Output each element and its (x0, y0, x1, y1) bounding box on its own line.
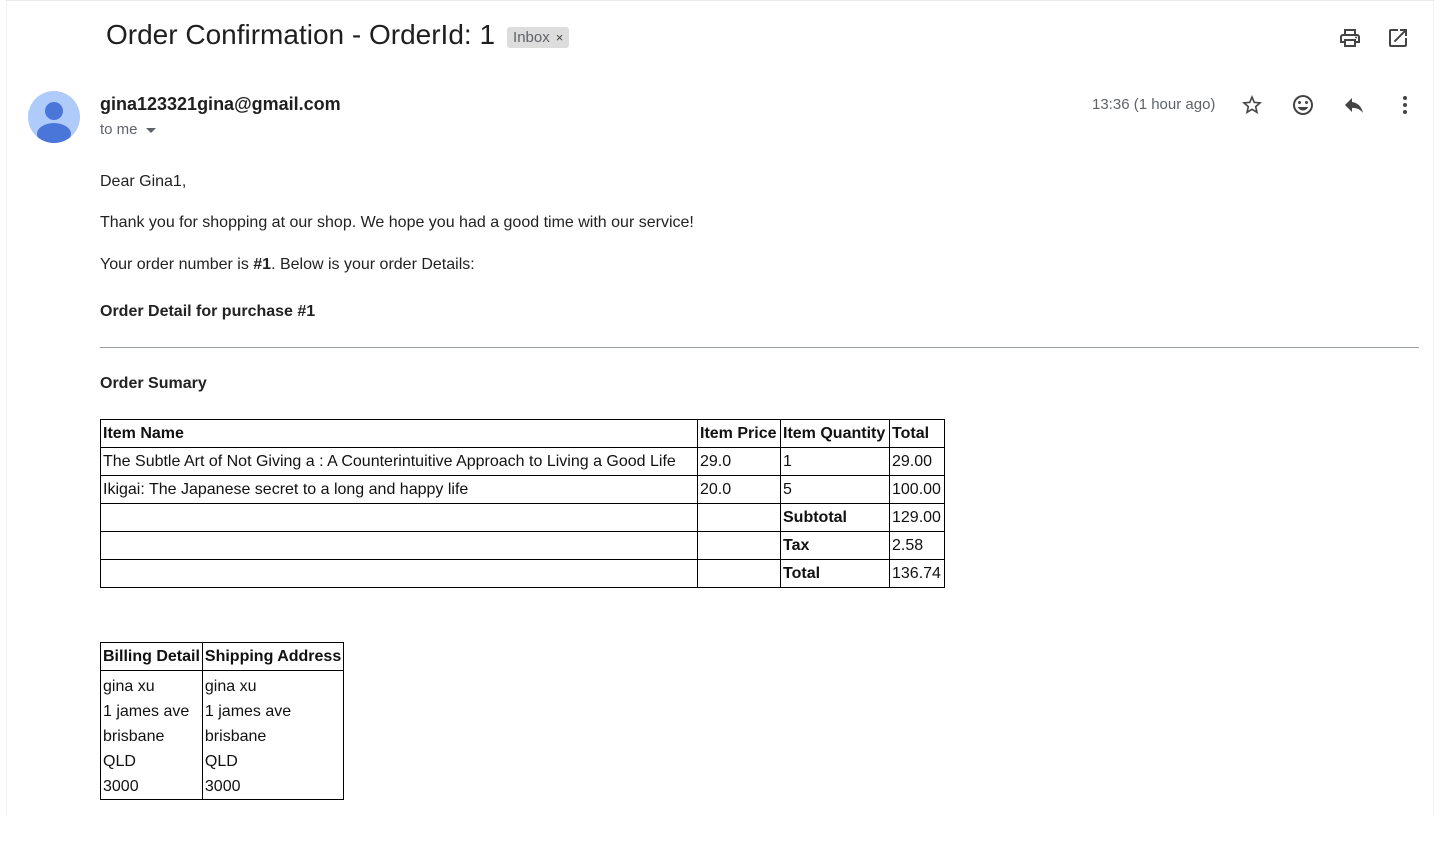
order-table: Item Name Item Price Item Quantity Total… (100, 419, 945, 588)
total-label: Total (780, 559, 890, 588)
billing-value: gina xu (100, 670, 203, 699)
emoji-reaction-icon[interactable] (1290, 92, 1316, 118)
greeting: Dear Gina1, (100, 173, 187, 190)
reply-icon[interactable] (1341, 92, 1367, 118)
total-value: 136.74 (889, 559, 945, 588)
item-quantity: 1 (780, 447, 890, 476)
billing-value: 1 james ave (100, 699, 203, 724)
message-actions (1239, 92, 1418, 118)
total-row: Total 136.74 (100, 559, 945, 588)
item-price: 20.0 (697, 475, 781, 504)
order-line-prefix: Your order number is (100, 256, 254, 273)
empty-cell (697, 559, 781, 588)
order-number: #1 (253, 256, 272, 273)
subtotal-row: Subtotal 129.00 (100, 503, 945, 532)
sender-avatar[interactable] (28, 91, 80, 143)
table-row: Ikigai: The Japanese secret to a long an… (100, 475, 945, 504)
table-row: brisbane brisbane (100, 724, 345, 749)
shipping-value: 1 james ave (201, 699, 345, 724)
inbox-label-chip[interactable]: Inbox × (507, 26, 570, 48)
print-icon[interactable] (1337, 25, 1363, 51)
empty-cell (100, 503, 698, 532)
item-price: 29.0 (697, 447, 781, 476)
subtotal-label: Subtotal (780, 503, 890, 532)
item-total: 29.00 (889, 447, 945, 476)
chevron-down-icon[interactable] (145, 128, 156, 133)
empty-cell (697, 531, 781, 560)
person-avatar-icon (37, 102, 71, 143)
header-shipping-address: Shipping Address (201, 642, 345, 671)
remove-label-icon[interactable]: × (556, 30, 564, 45)
table-row: gina xu gina xu (100, 670, 345, 699)
shipping-value: brisbane (201, 724, 345, 749)
subject-row: Order Confirmation - OrderId: 1 Inbox × (106, 19, 570, 51)
subtotal-value: 129.00 (889, 503, 945, 532)
header-item-price: Item Price (697, 419, 781, 448)
email-subject: Order Confirmation - OrderId: 1 (106, 19, 496, 50)
table-row: QLD QLD (100, 749, 345, 774)
recipients[interactable]: to me (100, 121, 156, 138)
recipients-label: to me (100, 121, 138, 138)
top-actions (1337, 25, 1411, 51)
address-table: Billing Detail Shipping Address gina xu … (100, 642, 345, 800)
billing-value: QLD (100, 749, 203, 774)
empty-cell (100, 531, 698, 560)
empty-cell (100, 559, 698, 588)
open-in-new-window-icon[interactable] (1385, 25, 1411, 51)
order-detail-heading: Order Detail for purchase #1 (100, 303, 316, 320)
header-item-quantity: Item Quantity (780, 419, 890, 448)
tax-label: Tax (780, 531, 890, 560)
email-view: Order Confirmation - OrderId: 1 Inbox × … (6, 0, 1434, 816)
email-timestamp: 13:36 (1 hour ago) (1092, 96, 1216, 113)
header-total: Total (889, 419, 945, 448)
thanks-text: Thank you for shopping at our shop. We h… (100, 214, 694, 231)
table-header-row: Item Name Item Price Item Quantity Total (100, 419, 945, 448)
empty-cell (697, 503, 781, 532)
shipping-value: QLD (201, 749, 345, 774)
divider (100, 347, 1419, 348)
order-summary-heading: Order Sumary (100, 375, 207, 392)
sender-email[interactable]: gina123321gina@gmail.com (100, 94, 341, 115)
order-number-line: Your order number is #1. Below is your o… (100, 256, 475, 274)
order-line-suffix: . Below is your order Details: (271, 256, 475, 273)
table-header-row: Billing Detail Shipping Address (100, 642, 345, 671)
shipping-value: 3000 (201, 774, 345, 800)
tax-value: 2.58 (889, 531, 945, 560)
item-name: Ikigai: The Japanese secret to a long an… (100, 475, 698, 504)
header-item-name: Item Name (100, 419, 698, 448)
item-quantity: 5 (780, 475, 890, 504)
table-row: 1 james ave 1 james ave (100, 699, 345, 724)
shipping-value: gina xu (201, 670, 345, 699)
more-vertical-icon[interactable] (1392, 92, 1418, 118)
header-billing-detail: Billing Detail (100, 642, 203, 671)
tax-row: Tax 2.58 (100, 531, 945, 560)
billing-value: 3000 (100, 774, 203, 800)
table-row: 3000 3000 (100, 774, 345, 800)
item-total: 100.00 (889, 475, 945, 504)
star-icon[interactable] (1239, 92, 1265, 118)
label-text: Inbox (513, 28, 550, 46)
item-name: The Subtle Art of Not Giving a : A Count… (100, 447, 698, 476)
table-row: The Subtle Art of Not Giving a : A Count… (100, 447, 945, 476)
billing-value: brisbane (100, 724, 203, 749)
